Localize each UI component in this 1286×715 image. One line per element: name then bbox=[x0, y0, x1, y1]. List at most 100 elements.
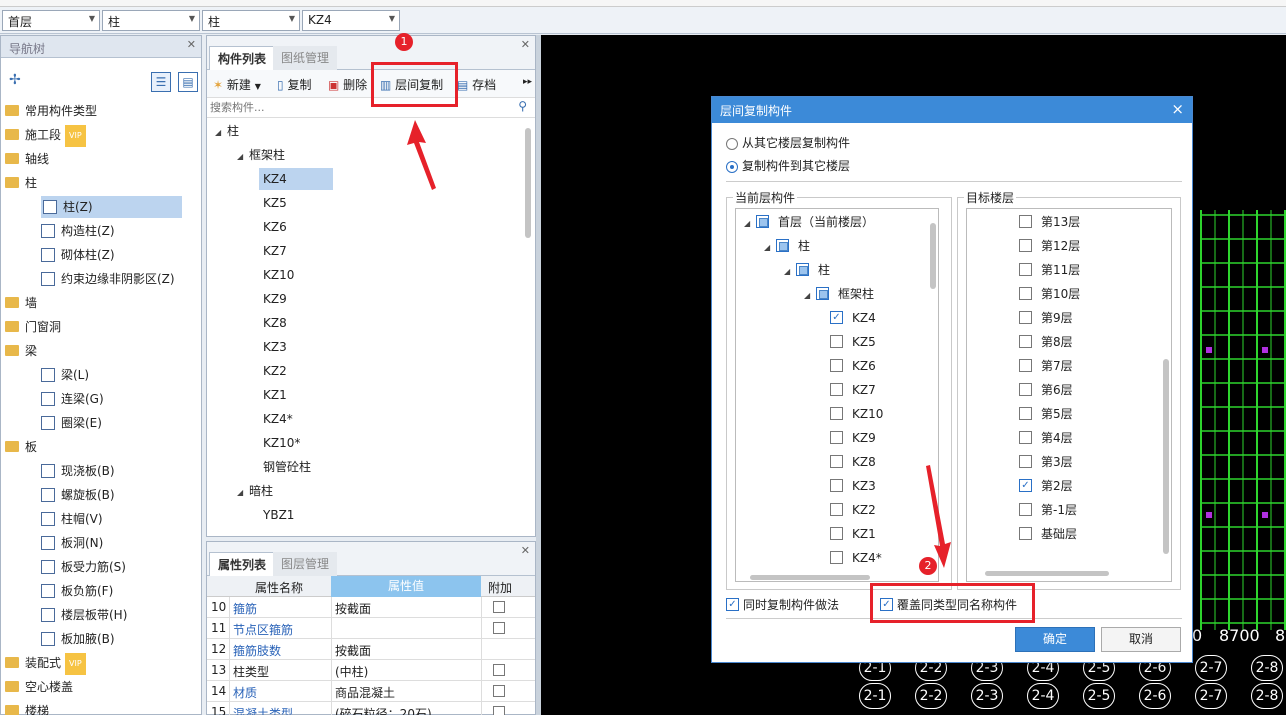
extra-checkbox[interactable] bbox=[493, 664, 505, 676]
extra-checkbox[interactable] bbox=[493, 706, 505, 715]
cancel-button[interactable]: 取消 bbox=[1101, 627, 1181, 652]
delete-button[interactable]: ▣ 删除 bbox=[328, 76, 367, 93]
current-tree-item[interactable]: KZ6 bbox=[830, 355, 876, 377]
target-floor-item[interactable]: 第13层 bbox=[1019, 211, 1080, 233]
target-floor-item[interactable]: 第-1层 bbox=[1019, 499, 1077, 521]
checkbox-icon[interactable] bbox=[830, 455, 843, 468]
current-tree-item[interactable]: ◢ 柱 bbox=[764, 235, 810, 257]
nav-item[interactable]: 连梁(G) bbox=[41, 388, 104, 410]
nav-item[interactable]: 楼层板带(H) bbox=[41, 604, 127, 626]
current-tree-item[interactable]: KZ3 bbox=[830, 475, 876, 497]
property-row[interactable]: 11 节点区箍筋 bbox=[207, 618, 535, 639]
nav-item[interactable]: 板洞(N) bbox=[41, 532, 103, 554]
nav-item[interactable]: 圈梁(E) bbox=[41, 412, 102, 434]
nav-item[interactable]: 梁(L) bbox=[41, 364, 89, 386]
new-button[interactable]: ✶ 新建 ▼ bbox=[213, 76, 261, 93]
component-tree-item[interactable]: KZ4* bbox=[259, 408, 293, 430]
checkbox-icon[interactable] bbox=[830, 335, 843, 348]
nav-item[interactable]: 板加腋(B) bbox=[41, 628, 115, 650]
property-row[interactable]: 12 箍筋肢数 按截面 bbox=[207, 639, 535, 660]
component-tree-item[interactable]: KZ10 bbox=[259, 264, 294, 286]
checkbox-icon[interactable] bbox=[1019, 455, 1032, 468]
type-select[interactable]: 柱 ▼ bbox=[202, 10, 300, 31]
component-tree-item[interactable]: ◢ 柱 bbox=[215, 120, 239, 142]
search-input[interactable] bbox=[207, 98, 507, 116]
target-floor-item[interactable]: 第7层 bbox=[1019, 355, 1073, 377]
target-floor-item[interactable]: 第6层 bbox=[1019, 379, 1073, 401]
nav-item[interactable]: 构造柱(Z) bbox=[41, 220, 115, 242]
nav-item[interactable]: 板 bbox=[5, 436, 37, 458]
extra-checkbox[interactable] bbox=[493, 685, 505, 697]
expand-icon[interactable]: ◢ bbox=[784, 261, 796, 283]
nav-item[interactable]: 梁 bbox=[5, 340, 37, 362]
nav-item[interactable]: 楼梯 bbox=[5, 700, 49, 715]
component-tree-item[interactable]: 钢管砼柱 bbox=[259, 456, 311, 478]
nav-item[interactable]: 约束边缘非阴影区(Z) bbox=[41, 268, 175, 290]
checkbox-icon[interactable] bbox=[1019, 383, 1032, 396]
category-select[interactable]: 柱 ▼ bbox=[102, 10, 200, 31]
target-floor-item[interactable]: 第10层 bbox=[1019, 283, 1080, 305]
tab-drawing-management[interactable]: 图纸管理 bbox=[273, 46, 338, 70]
checkbox-icon[interactable] bbox=[1019, 263, 1032, 276]
component-tree-scrollbar[interactable] bbox=[525, 128, 531, 238]
component-tree-item[interactable]: YBZ1 bbox=[259, 504, 294, 526]
grid-view-icon[interactable]: ▤ bbox=[178, 72, 198, 92]
component-tree-item[interactable]: KZ4 bbox=[259, 168, 333, 190]
checkbox-icon[interactable] bbox=[1019, 215, 1032, 228]
checkbox-checked-icon[interactable]: ✓ bbox=[1019, 479, 1032, 492]
current-tree-item[interactable]: ◢ 框架柱 bbox=[804, 283, 874, 305]
target-floor-item[interactable]: 第12层 bbox=[1019, 235, 1080, 257]
list-view-icon[interactable]: ☰ bbox=[151, 72, 171, 92]
property-value[interactable]: (碎石粒径：20石) bbox=[335, 705, 432, 715]
nav-item[interactable]: 砌体柱(Z) bbox=[41, 244, 115, 266]
nav-item[interactable]: 装配式 VIP bbox=[5, 652, 86, 675]
checkbox-partial-icon[interactable] bbox=[796, 263, 809, 276]
nav-item[interactable]: 板负筋(F) bbox=[41, 580, 113, 602]
checkbox-partial-icon[interactable] bbox=[776, 239, 789, 252]
target-floor-item[interactable]: 第9层 bbox=[1019, 307, 1073, 329]
nav-item[interactable]: 柱(Z) bbox=[41, 196, 182, 218]
checkbox-icon[interactable] bbox=[830, 527, 843, 540]
property-value[interactable]: 商品混凝土 bbox=[335, 684, 395, 701]
checkbox-icon[interactable] bbox=[830, 503, 843, 516]
component-tree-item[interactable]: ◢ 暗柱 bbox=[237, 480, 273, 502]
checkbox-icon[interactable] bbox=[830, 431, 843, 444]
checkbox-icon[interactable] bbox=[1019, 431, 1032, 444]
current-tree-item[interactable]: ◢ 柱 bbox=[784, 259, 830, 281]
tab-property-list[interactable]: 属性列表 bbox=[209, 552, 276, 576]
target-floor-item[interactable]: 第4层 bbox=[1019, 427, 1073, 449]
nav-item[interactable]: 轴线 bbox=[5, 148, 49, 170]
expand-icon[interactable]: ◢ bbox=[804, 285, 816, 307]
expand-icon[interactable]: ◢ bbox=[764, 237, 776, 259]
property-value[interactable]: 按截面 bbox=[335, 600, 371, 617]
search-icon[interactable]: ⚲ bbox=[518, 99, 527, 113]
option-copy-method[interactable]: ✓ 同时复制构件做法 bbox=[726, 596, 839, 613]
checkbox-partial-icon[interactable] bbox=[816, 287, 829, 300]
component-tree-item[interactable]: KZ2 bbox=[259, 360, 287, 382]
nav-item[interactable]: 柱帽(V) bbox=[41, 508, 103, 530]
more-actions-button[interactable]: ▸▸ bbox=[523, 77, 532, 87]
current-tree-item[interactable]: KZ7 bbox=[830, 379, 876, 401]
current-tree-item[interactable]: KZ9 bbox=[830, 427, 876, 449]
extra-checkbox[interactable] bbox=[493, 622, 505, 634]
property-row[interactable]: 14 材质 商品混凝土 bbox=[207, 681, 535, 702]
current-tree-item[interactable]: KZ8 bbox=[830, 451, 876, 473]
current-tree-item[interactable]: KZ1 bbox=[830, 523, 876, 545]
target-floor-item[interactable]: 第3层 bbox=[1019, 451, 1073, 473]
nav-item[interactable]: 空心楼盖 bbox=[5, 676, 73, 698]
current-tree-hscroll[interactable] bbox=[750, 575, 870, 580]
component-tree-item[interactable]: ◢ 框架柱 bbox=[237, 144, 285, 166]
current-tree-item[interactable]: ◢ 首层（当前楼层） bbox=[744, 211, 874, 233]
radio-copy-from[interactable]: 从其它楼层复制构件 bbox=[726, 134, 850, 151]
nav-item[interactable]: 门窗洞 bbox=[5, 316, 61, 338]
checkbox-icon[interactable] bbox=[1019, 359, 1032, 372]
nav-item[interactable]: 板受力筋(S) bbox=[41, 556, 126, 578]
close-icon[interactable]: ✕ bbox=[187, 38, 196, 51]
checkbox-icon[interactable] bbox=[1019, 527, 1032, 540]
property-row[interactable]: 15 混凝土类型 (碎石粒径：20石) bbox=[207, 702, 535, 715]
target-floor-item[interactable]: 第8层 bbox=[1019, 331, 1073, 353]
component-tree-item[interactable]: KZ7 bbox=[259, 240, 287, 262]
copy-button[interactable]: ▯ 复制 bbox=[277, 76, 311, 93]
component-tree-item[interactable]: KZ9 bbox=[259, 288, 287, 310]
expand-icon[interactable]: ◢ bbox=[744, 213, 756, 235]
